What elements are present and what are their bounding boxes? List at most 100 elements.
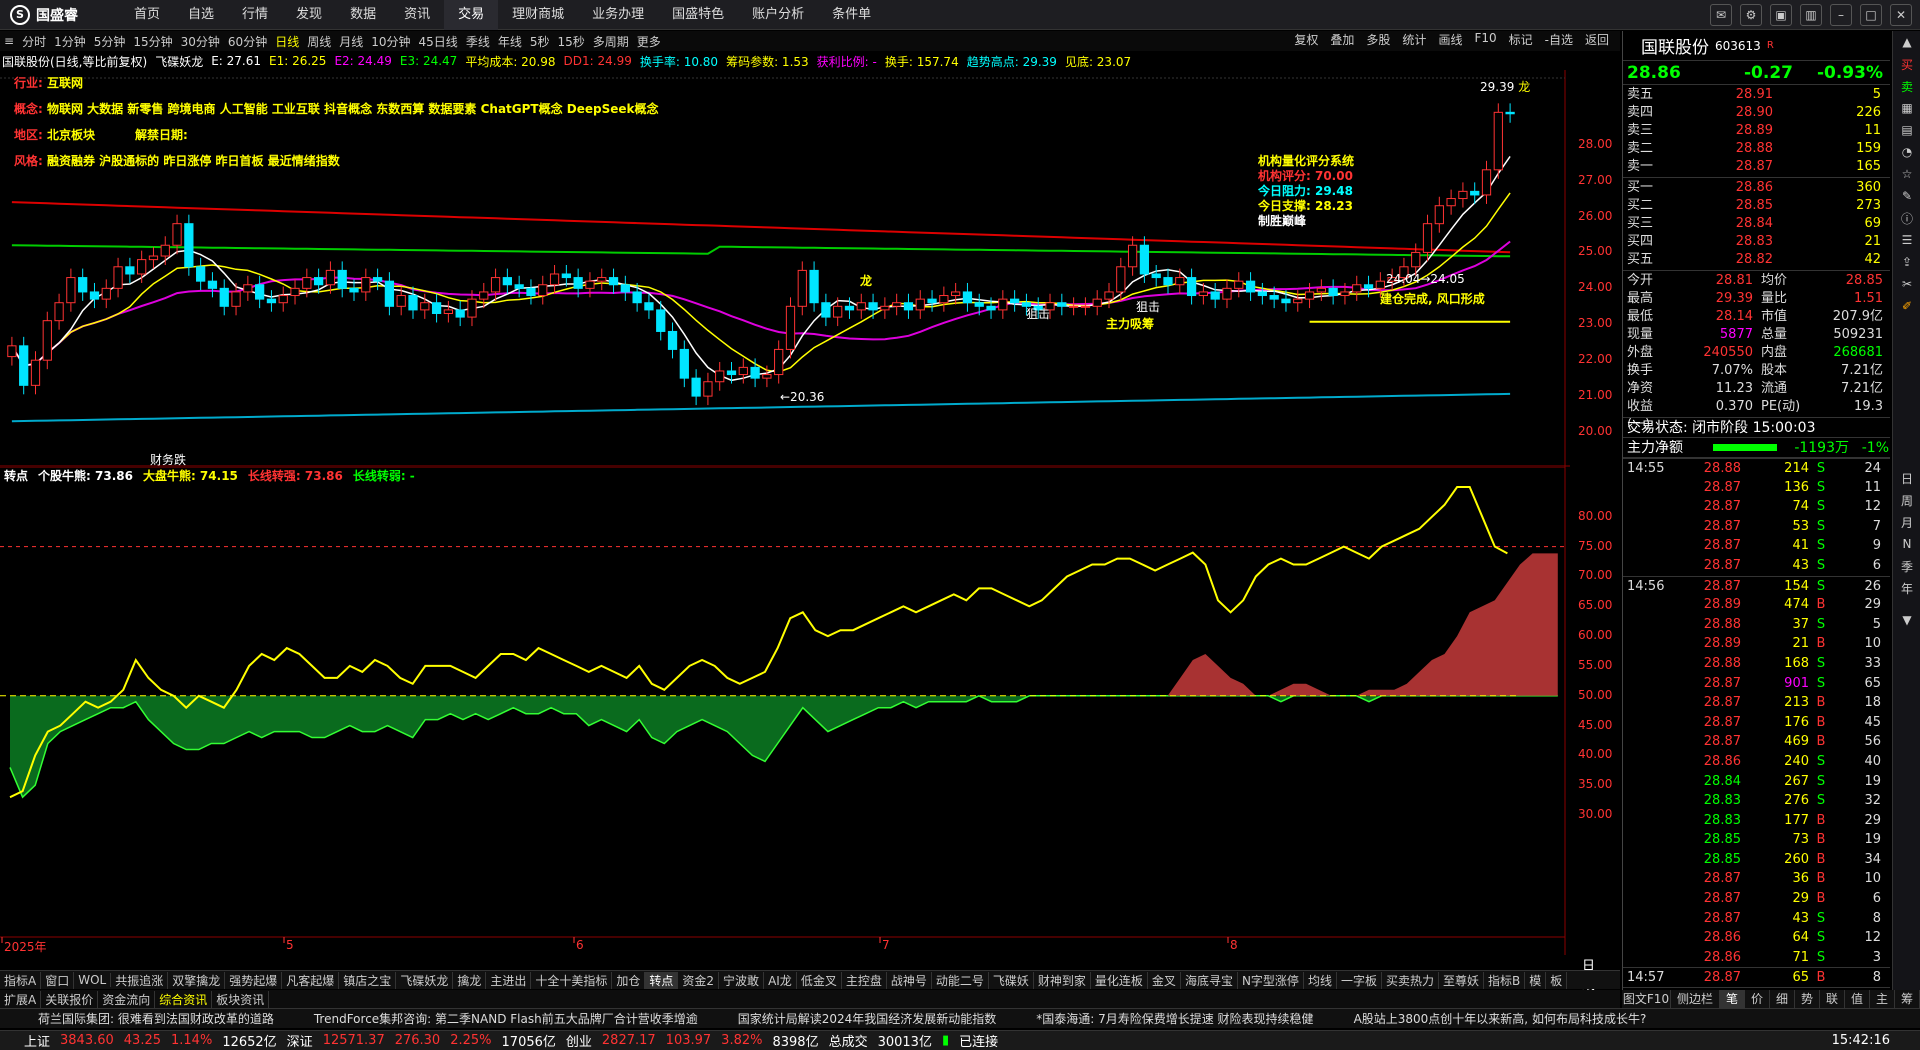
news-item-4[interactable]: A股站上3800点创十年以来新高, 如何布局科技成长牛? <box>1354 1010 1647 1027</box>
asks-price[interactable]: 28.88 <box>1683 140 1773 158</box>
indicator-tab-7[interactable]: 镇店之宝 <box>339 971 397 989</box>
indicator-tab-15[interactable]: 宁波敢 <box>719 971 765 989</box>
indicator-tab-0[interactable]: 指标A <box>0 971 42 989</box>
asks-price[interactable]: 28.90 <box>1683 104 1773 122</box>
menu-item-8[interactable]: 业务办理 <box>578 0 658 30</box>
indicator-tab-24[interactable]: 金叉 <box>1148 971 1181 989</box>
menu-item-6[interactable]: 交易 <box>444 0 499 30</box>
chart-tool-8[interactable]: 返回 <box>1580 31 1614 48</box>
indicator-tab-14[interactable]: 资金2 <box>678 971 720 989</box>
settings-icon[interactable]: ⚙ <box>1740 4 1762 26</box>
period-5[interactable]: 60分钟 <box>224 33 271 50</box>
period-3[interactable]: 15分钟 <box>129 33 176 50</box>
quote-tab-4[interactable]: 联 <box>1820 990 1845 1008</box>
indicator-tab-17[interactable]: 低金叉 <box>797 971 842 989</box>
bids-price[interactable]: 28.85 <box>1683 197 1773 215</box>
indicator-tab-18[interactable]: 主控盘 <box>842 971 887 989</box>
indicator-tab-32[interactable]: 模 <box>1525 971 1547 989</box>
indicator-name[interactable]: 飞碟妖龙 <box>155 53 203 70</box>
list-icon[interactable]: ☰ <box>1893 229 1920 251</box>
buy-icon[interactable]: 买 <box>1893 53 1920 75</box>
news-item-2[interactable]: 国家统计局解读2024年我国经济发展新动能指数 <box>738 1010 997 1027</box>
period-4[interactable]: 30分钟 <box>177 33 224 50</box>
down-arrow-icon[interactable]: ▼ <box>1893 609 1920 631</box>
maximize-icon[interactable]: □ <box>1860 4 1882 26</box>
indicator-tab-25[interactable]: 海底寻宝 <box>1181 971 1238 989</box>
chart-tool-4[interactable]: 画线 <box>1433 31 1467 48</box>
menu-item-3[interactable]: 发现 <box>282 0 336 30</box>
indicator-tab-26[interactable]: N字型涨停 <box>1238 971 1304 989</box>
sidebar-period-3[interactable]: N <box>1893 533 1920 555</box>
indicator-tab-16[interactable]: AI龙 <box>764 971 797 989</box>
panel-tab-4[interactable]: 板块资讯 <box>212 990 270 1008</box>
layout-icon[interactable]: ▥ <box>1800 4 1822 26</box>
period-2[interactable]: 5分钟 <box>90 33 130 50</box>
chart-tool-3[interactable]: 统计 <box>1397 31 1431 48</box>
info-icon[interactable]: ⓘ <box>1893 207 1920 229</box>
message-icon[interactable]: ✉ <box>1710 4 1732 26</box>
indicator-tab-21[interactable]: 飞碟妖 <box>989 971 1034 989</box>
period-6[interactable]: 日线 <box>271 33 303 50</box>
asks-price[interactable]: 28.87 <box>1683 158 1773 176</box>
news-item-1[interactable]: TrendForce集邦咨询: 第二季NAND Flash前五大品牌厂合计营收季… <box>314 1010 698 1027</box>
menu-item-11[interactable]: 条件单 <box>818 0 885 30</box>
indicator-tab-2[interactable]: WOL <box>74 973 112 987</box>
chart-icon[interactable]: ▤ <box>1893 119 1920 141</box>
indicator-tab-4[interactable]: 双擎擒龙 <box>168 971 226 989</box>
skin-icon[interactable]: ▣ <box>1770 4 1792 26</box>
period-8[interactable]: 月线 <box>335 33 367 50</box>
panel-tab-1[interactable]: 关联报价 <box>41 990 99 1008</box>
indicator-tab-13[interactable]: 转点 <box>645 971 679 989</box>
chart-tool-1[interactable]: 叠加 <box>1325 31 1359 48</box>
menu-item-9[interactable]: 国盛特色 <box>658 0 738 30</box>
news-ticker[interactable]: 荷兰国际集团: 很难看到法国财政改革的道路 TrendForce集邦咨询: 第二季… <box>0 1008 1920 1028</box>
news-item-0[interactable]: 荷兰国际集团: 很难看到法国财政改革的道路 <box>38 1010 274 1027</box>
quote-tab-5[interactable]: 值 <box>1845 990 1870 1008</box>
indicator-tab-20[interactable]: 动能二号 <box>932 971 989 989</box>
quote-tab-0[interactable]: 笔 <box>1720 990 1745 1008</box>
asks-price[interactable]: 28.91 <box>1683 86 1773 104</box>
sidebar-period-5[interactable]: 年 <box>1893 577 1920 599</box>
period-10[interactable]: 45日线 <box>415 33 462 50</box>
indicator-tab-22[interactable]: 财神到家 <box>1034 971 1091 989</box>
period-16[interactable]: 更多 <box>633 33 665 50</box>
chart-tool-2[interactable]: 多股 <box>1361 31 1395 48</box>
indicator-tab-29[interactable]: 买卖热力 <box>1382 971 1439 989</box>
kline-chart[interactable]: 行业: 互联网 概念: 物联网 大数据 新零售 跨境电商 人工智能 工业互联 抖… <box>0 70 1612 467</box>
bids-price[interactable]: 28.86 <box>1683 179 1773 197</box>
tick-list[interactable]: 14:55 28.88 214 S 24 28.87 136 S 11 28.87 74 S 12 28.… <box>1623 458 1890 1007</box>
star-icon[interactable]: ☆ <box>1893 163 1920 185</box>
indicator-tab-6[interactable]: 凡客起爆 <box>282 971 340 989</box>
indicator-tab-11[interactable]: 十全十美指标 <box>531 971 613 989</box>
indicator-tab-1[interactable]: 窗口 <box>41 971 75 989</box>
sell-icon[interactable]: 卖 <box>1893 75 1920 97</box>
sh-label[interactable]: 上证 <box>24 1031 50 1050</box>
menu-item-1[interactable]: 自选 <box>174 0 228 30</box>
chart-tool-7[interactable]: -自选 <box>1540 31 1578 48</box>
indicator-tab-31[interactable]: 指标B <box>1484 971 1526 989</box>
menu-item-5[interactable]: 资讯 <box>390 0 444 30</box>
brand-logo[interactable]: S 国盛睿 <box>0 0 120 30</box>
quote-tab-6[interactable]: 主 <box>1870 990 1895 1008</box>
close-icon[interactable]: ✕ <box>1890 4 1912 26</box>
period-15[interactable]: 多周期 <box>589 33 633 50</box>
up-arrow-icon[interactable]: ▲ <box>1893 31 1920 53</box>
panel-tab-2[interactable]: 资金流向 <box>98 990 156 1008</box>
bids-price[interactable]: 28.84 <box>1683 215 1773 233</box>
grid-icon[interactable]: ▦ <box>1893 97 1920 119</box>
period-9[interactable]: 10分钟 <box>367 33 414 50</box>
note-icon[interactable]: ✎ <box>1893 185 1920 207</box>
asks-price[interactable]: 28.89 <box>1683 122 1773 140</box>
share-icon[interactable]: ⇪ <box>1893 251 1920 273</box>
chart-tool-5[interactable]: F10 <box>1469 31 1501 48</box>
bids-price[interactable]: 28.82 <box>1683 251 1773 269</box>
quote-tab-1[interactable]: 价 <box>1745 990 1770 1008</box>
minimize-icon[interactable]: – <box>1830 4 1852 26</box>
oscillator-chart[interactable]: 80.00 75.00 70.00 65.00 60.00 55.00 50.00 45.00… <box>0 466 1612 993</box>
indicator-tab-23[interactable]: 量化连板 <box>1091 971 1148 989</box>
sidebar-period-4[interactable]: 季 <box>1893 555 1920 577</box>
bell-icon[interactable]: ◔ <box>1893 141 1920 163</box>
quote-tab-3[interactable]: 势 <box>1795 990 1820 1008</box>
indicator-tab-5[interactable]: 强势起爆 <box>225 971 283 989</box>
cy-label[interactable]: 创业 <box>566 1031 592 1050</box>
